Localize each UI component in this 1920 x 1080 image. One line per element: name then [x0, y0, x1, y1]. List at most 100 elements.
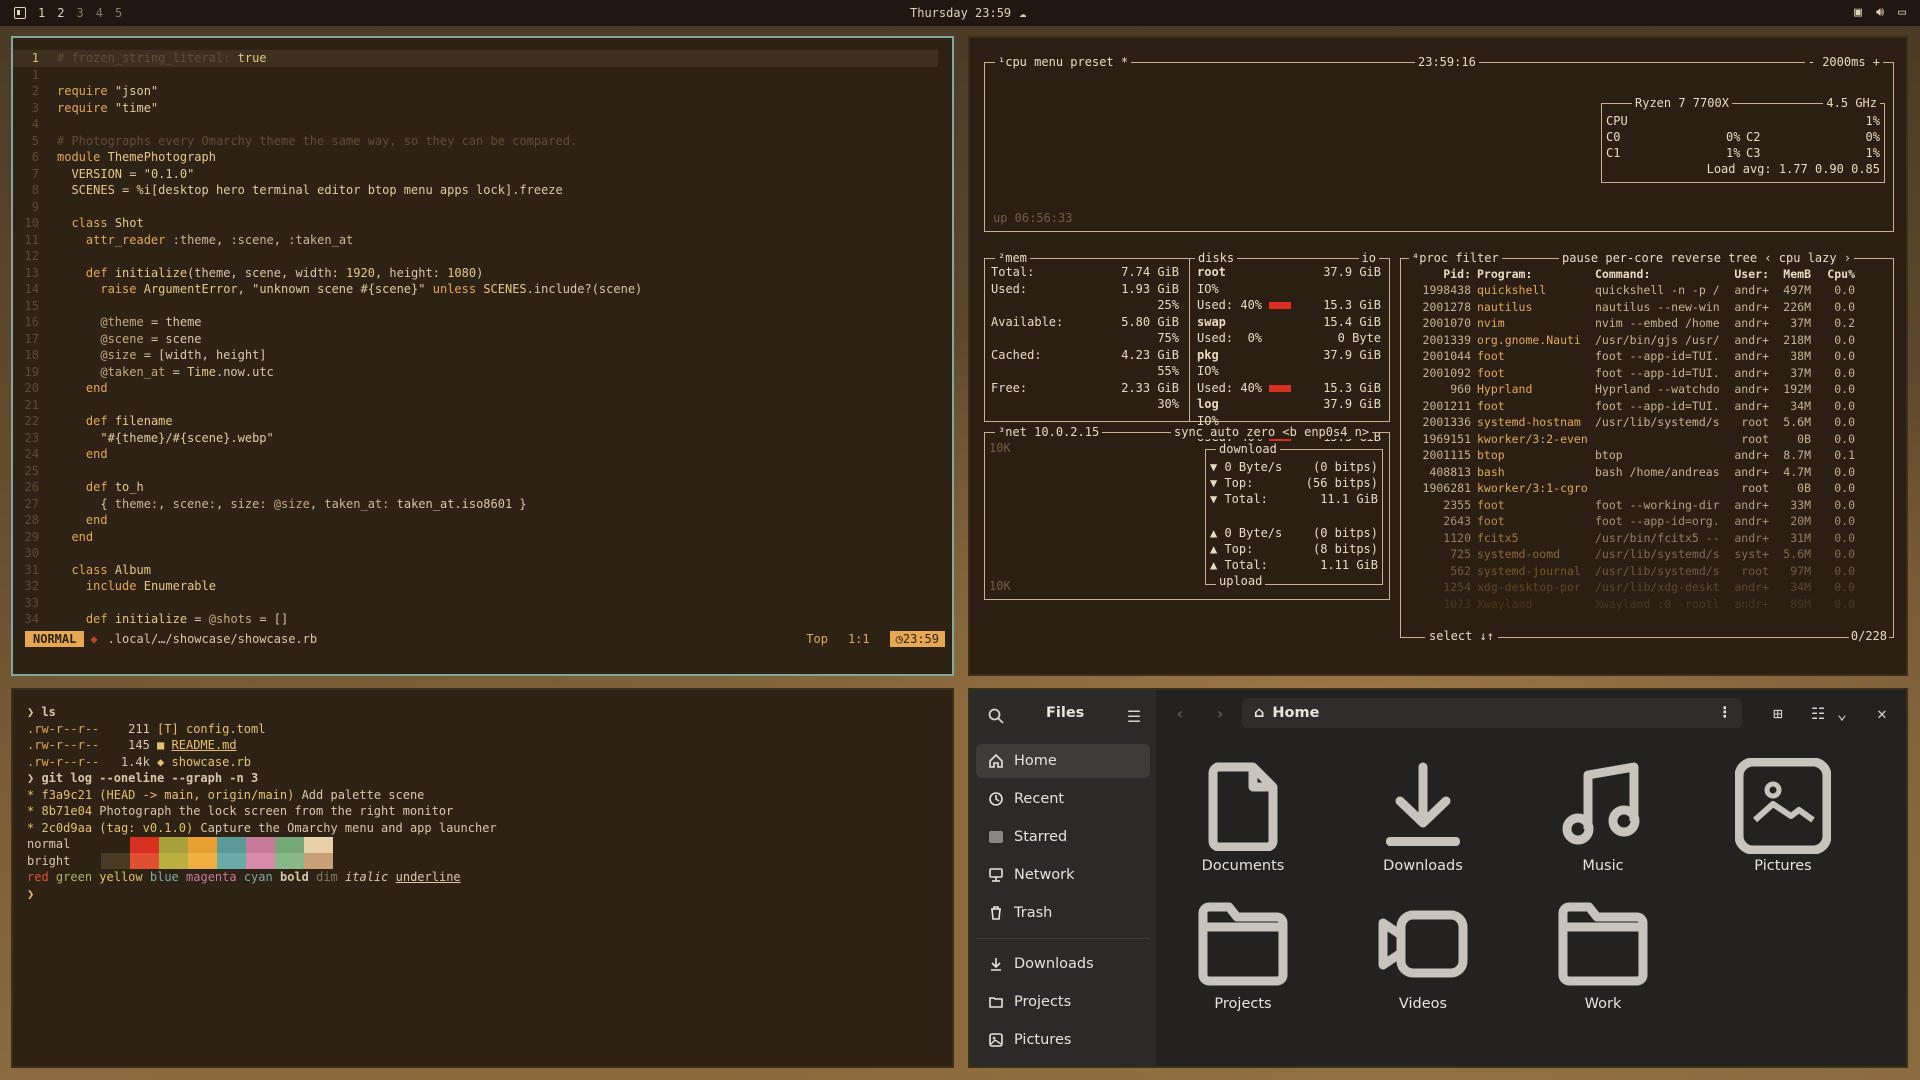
folder-work[interactable]: Work: [1538, 898, 1668, 1012]
folder-music[interactable]: Music: [1538, 760, 1668, 874]
back-icon[interactable]: ‹: [1166, 699, 1194, 727]
process-row[interactable]: 1906281 kworker/3:1-cgro root 0B 0.0: [1407, 481, 1855, 495]
process-row[interactable]: 2643 foot foot --app-id=org. andr+ 20M 0.0: [1407, 514, 1855, 528]
hamburger-menu-icon[interactable]: ☰: [1120, 702, 1148, 730]
code-line[interactable]: 19 @taken_at = Time.now.utc: [13, 364, 938, 381]
location-bar[interactable]: ⌂ Home ⋮: [1242, 698, 1742, 728]
code-line[interactable]: 11 attr_reader :theme, :scene, :taken_at: [13, 232, 938, 249]
update-interval[interactable]: - 2000ms +: [1804, 55, 1883, 69]
process-row[interactable]: 408813 bash bash /home/andreas andr+ 4.7M 0.0: [1407, 465, 1855, 479]
workspace-3[interactable]: 3: [76, 6, 83, 20]
monitor-icon[interactable]: ▭: [1898, 5, 1906, 20]
code-line[interactable]: 24 end: [13, 446, 938, 463]
terminal-window[interactable]: ❯ ls .rw-r--r-- 211 [T] config.toml .rw-r-…: [11, 688, 954, 1068]
volume-icon[interactable]: 🔊︎: [1876, 5, 1884, 20]
code-line[interactable]: 18 @size = [width, height]: [13, 347, 938, 364]
code-line[interactable]: 5 # Photographs every Omarchy theme the s…: [13, 133, 938, 150]
code-line[interactable]: 22 def filename: [13, 413, 938, 430]
code-line[interactable]: 1 # frozen_string_literal: true: [13, 50, 938, 67]
proc-options[interactable]: pause per-core reverse tree ‹ cpu lazy ›: [1559, 251, 1855, 265]
code-line[interactable]: 4: [13, 116, 938, 133]
code-line[interactable]: 23 "#{theme}/#{scene}.webp": [13, 430, 938, 447]
net-tab[interactable]: ³net 10.0.2.15: [995, 425, 1103, 439]
process-row[interactable]: 2001211 foot foot --app-id=TUI. andr+ 34M 0.0: [1407, 399, 1855, 413]
sidebar-item-recent[interactable]: Recent: [976, 782, 1150, 816]
code-line[interactable]: 14 raise ArgumentError, "unknown scene #…: [13, 281, 938, 298]
folder-pictures[interactable]: Pictures: [1718, 758, 1848, 874]
sidebar-item-projects[interactable]: Projects: [976, 985, 1150, 1019]
forward-icon[interactable]: ›: [1206, 699, 1234, 727]
code-line[interactable]: 6 module ThemePhotograph: [13, 149, 938, 166]
process-row[interactable]: 2001092 foot foot --app-id=TUI. andr+ 37M 0.0: [1407, 366, 1855, 380]
folder-downloads[interactable]: Downloads: [1358, 760, 1488, 874]
code-line[interactable]: 27 { theme:, scene:, size: @size, taken_…: [13, 496, 938, 513]
code-line[interactable]: 13 def initialize(theme, scene, width: 1…: [13, 265, 938, 282]
btop-window[interactable]: ¹cpu menu preset * 23:59:16 - 2000ms + R…: [968, 36, 1908, 676]
code-line[interactable]: 15: [13, 298, 938, 315]
code-line[interactable]: 3 require "time": [13, 100, 938, 117]
code-line[interactable]: 2 require "json": [13, 83, 938, 100]
code-line[interactable]: 33: [13, 595, 938, 612]
code-line[interactable]: 12: [13, 248, 938, 265]
process-row[interactable]: 1998438 quickshell quickshell -n -p / andr+…: [1407, 283, 1855, 297]
code-line[interactable]: 30: [13, 545, 938, 562]
code-line[interactable]: 28 end: [13, 512, 938, 529]
sidebar-item-starred[interactable]: Starred: [976, 820, 1150, 854]
code-line[interactable]: 1: [13, 67, 938, 84]
sidebar-item-trash[interactable]: Trash: [976, 896, 1150, 930]
workspace-5[interactable]: 5: [115, 6, 122, 20]
code-line[interactable]: 31 class Album: [13, 562, 938, 579]
process-row[interactable]: 2001044 foot foot --app-id=TUI. andr+ 38M 0.0: [1407, 349, 1855, 363]
sidebar-item-downloads[interactable]: Downloads: [976, 947, 1150, 981]
search-icon[interactable]: [982, 702, 1010, 730]
proc-tab[interactable]: ⁴proc filter: [1409, 251, 1502, 265]
neovim-window[interactable]: 1 # frozen_string_literal: true 1 2 require …: [11, 36, 954, 676]
sidebar-item-pictures[interactable]: Pictures: [976, 1023, 1150, 1057]
process-row[interactable]: 2355 foot foot --working-dir andr+ 33M 0.0: [1407, 498, 1855, 512]
code-line[interactable]: 26 def to_h: [13, 479, 938, 496]
disks-tab[interactable]: disks: [1195, 251, 1238, 265]
code-line[interactable]: 25: [13, 463, 938, 480]
more-options-icon[interactable]: ⋮: [1718, 705, 1733, 721]
process-row[interactable]: 725 systemd-oomd/usr/lib/systemd/s syst+ 5.…: [1407, 547, 1855, 561]
process-row[interactable]: 2001336 systemd-hostnam/usr/lib/systemd/s…: [1407, 415, 1855, 429]
code-line[interactable]: 8 SCENES = %i[desktop hero terminal edit…: [13, 182, 938, 199]
code-line[interactable]: 32 include Enumerable: [13, 578, 938, 595]
process-row[interactable]: 562 systemd-journal/usr/lib/systemd/s root…: [1407, 564, 1855, 578]
code-buffer[interactable]: 1 # frozen_string_literal: true 1 2 require …: [13, 50, 938, 628]
code-line[interactable]: 29 end: [13, 529, 938, 546]
process-row[interactable]: 2001115 btop btop andr+ 8.7M 0.1: [1407, 448, 1855, 462]
new-folder-icon[interactable]: ⊞: [1764, 699, 1792, 727]
screen-icon[interactable]: ▣: [1854, 5, 1862, 20]
process-row[interactable]: 1120 fcitx5/usr/bin/fcitx5 -- andr+ 31M 0.0: [1407, 531, 1855, 545]
process-row[interactable]: 1969151 kworker/3:2-even root 0B 0.0: [1407, 432, 1855, 446]
folder-documents[interactable]: Documents: [1178, 760, 1308, 874]
code-line[interactable]: 21: [13, 397, 938, 414]
net-sync[interactable]: sync auto zero <b enp0s4 n>: [1171, 425, 1373, 439]
folder-videos[interactable]: Videos: [1358, 898, 1488, 1012]
process-row[interactable]: 2001278 nautilus nautilus --new-win andr+ 22…: [1407, 300, 1855, 314]
workspace-2[interactable]: 2: [57, 6, 64, 20]
sidebar-item-network[interactable]: Network: [976, 858, 1150, 892]
process-row[interactable]: 2001339 org.gnome.Nauti/usr/bin/gjs /usr/…: [1407, 333, 1855, 347]
omarchy-logo-icon[interactable]: [14, 7, 26, 19]
code-line[interactable]: 16 @theme = theme: [13, 314, 938, 331]
sidebar-item-home[interactable]: Home: [976, 744, 1150, 778]
process-row[interactable]: 1073 Xwayland Xwayland :0 -rootl andr+ 89M 0.…: [1407, 597, 1855, 611]
clock[interactable]: Thursday 23:59 ☁: [910, 6, 1026, 20]
io-tab[interactable]: io: [1358, 251, 1379, 265]
code-line[interactable]: 34 def initialize = @shots = []: [13, 611, 938, 628]
workspace-4[interactable]: 4: [96, 6, 103, 20]
folder-projects[interactable]: Projects: [1178, 898, 1308, 1012]
code-line[interactable]: 9: [13, 199, 938, 216]
process-row[interactable]: 1254 xdg-desktop-por/usr/lib/xdg-deskt and…: [1407, 580, 1855, 594]
code-line[interactable]: 20 end: [13, 380, 938, 397]
workspace-1[interactable]: 1: [38, 6, 45, 20]
close-icon[interactable]: ✕: [1868, 699, 1896, 727]
files-window[interactable]: Files ☰ Home Recent Starred Network Trash Dow…: [968, 688, 1908, 1068]
process-row[interactable]: 960 Hyprland Hyprland --watchdo andr+ 192M 0.…: [1407, 382, 1855, 396]
chevron-down-icon[interactable]: ⌄: [1828, 699, 1856, 727]
mem-tab[interactable]: ²mem: [995, 251, 1030, 265]
code-line[interactable]: 10 class Shot: [13, 215, 938, 232]
code-line[interactable]: 17 @scene = scene: [13, 331, 938, 348]
